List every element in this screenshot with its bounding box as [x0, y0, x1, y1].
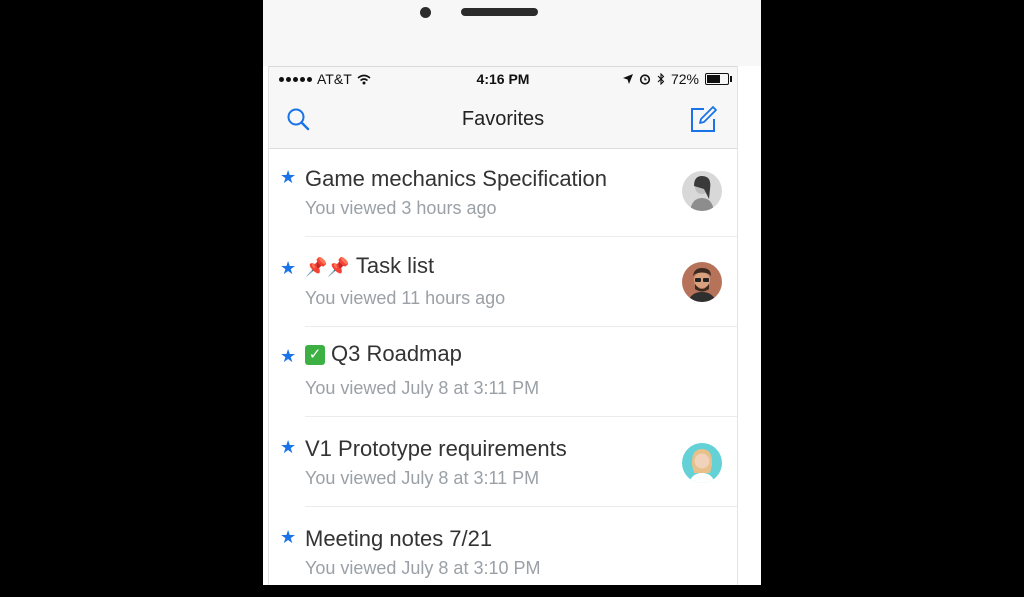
list-item[interactable]: ★ ✓ Q3 Roadmap You viewed July 8 at 3:11 …	[269, 327, 737, 417]
document-title: Task list	[355, 253, 435, 278]
avatar-woman-teal	[682, 443, 722, 483]
document-subtitle: You viewed July 8 at 3:11 PM	[305, 378, 540, 398]
document-title-group: ✓ Q3 Roadmap	[305, 341, 462, 367]
star-icon: ★	[280, 167, 297, 187]
avatar-man-beard	[682, 262, 722, 302]
star-icon: ★	[280, 527, 297, 547]
document-subtitle: You viewed 11 hours ago	[305, 288, 506, 308]
phone-bezel	[263, 0, 761, 66]
star-icon: ★	[280, 346, 297, 366]
document-title: Meeting notes 7/21	[305, 526, 493, 551]
document-subtitle: You viewed 3 hours ago	[305, 198, 497, 218]
favorites-list: ★ Game mechanics Specification You viewe…	[269, 149, 737, 597]
compose-icon	[691, 106, 717, 132]
list-item[interactable]: ★ Game mechanics Specification You viewe…	[269, 149, 737, 237]
battery-fill	[707, 75, 720, 83]
document-title: Q3 Roadmap	[331, 341, 462, 366]
app-screen: AT&T 4:16 PM 72% Favorites ★ Game mechan…	[268, 66, 738, 585]
bluetooth-icon	[657, 73, 665, 85]
star-icon: ★	[280, 258, 297, 278]
status-bar: AT&T 4:16 PM 72%	[269, 66, 737, 93]
navigation-bar: Favorites	[269, 92, 737, 149]
battery-icon	[705, 73, 732, 85]
document-subtitle: You viewed July 8 at 3:10 PM	[305, 558, 541, 578]
document-title: V1 Prototype requirements	[305, 436, 567, 461]
avatar	[682, 443, 722, 483]
avatar	[682, 262, 722, 302]
avatar	[682, 171, 722, 211]
check-mark-emoji: ✓	[305, 345, 325, 365]
list-item[interactable]: ★ V1 Prototype requirements You viewed J…	[269, 417, 737, 507]
battery-percent: 72%	[670, 71, 699, 87]
list-item[interactable]: ★ Meeting notes 7/21 You viewed July 8 a…	[269, 507, 737, 597]
status-icons: 72%	[622, 71, 732, 87]
alarm-clock-icon	[639, 74, 651, 85]
list-item[interactable]: ★ 📌📌 Task list You viewed 11 hours ago	[269, 237, 737, 327]
location-arrow-icon	[622, 74, 633, 84]
avatar-woman-grayscale	[682, 171, 722, 211]
pushpin-emoji: 📌📌	[305, 257, 350, 277]
phone-frame: AT&T 4:16 PM 72% Favorites ★ Game mechan…	[263, 0, 761, 585]
document-title: Game mechanics Specification	[305, 166, 608, 191]
page-title: Favorites	[461, 108, 545, 130]
document-subtitle: You viewed July 8 at 3:11 PM	[305, 468, 540, 488]
document-title-group: 📌📌 Task list	[305, 253, 434, 279]
earpiece-speaker	[461, 8, 538, 16]
compose-button[interactable]	[687, 104, 719, 136]
star-icon: ★	[280, 437, 297, 457]
front-camera	[420, 7, 431, 18]
